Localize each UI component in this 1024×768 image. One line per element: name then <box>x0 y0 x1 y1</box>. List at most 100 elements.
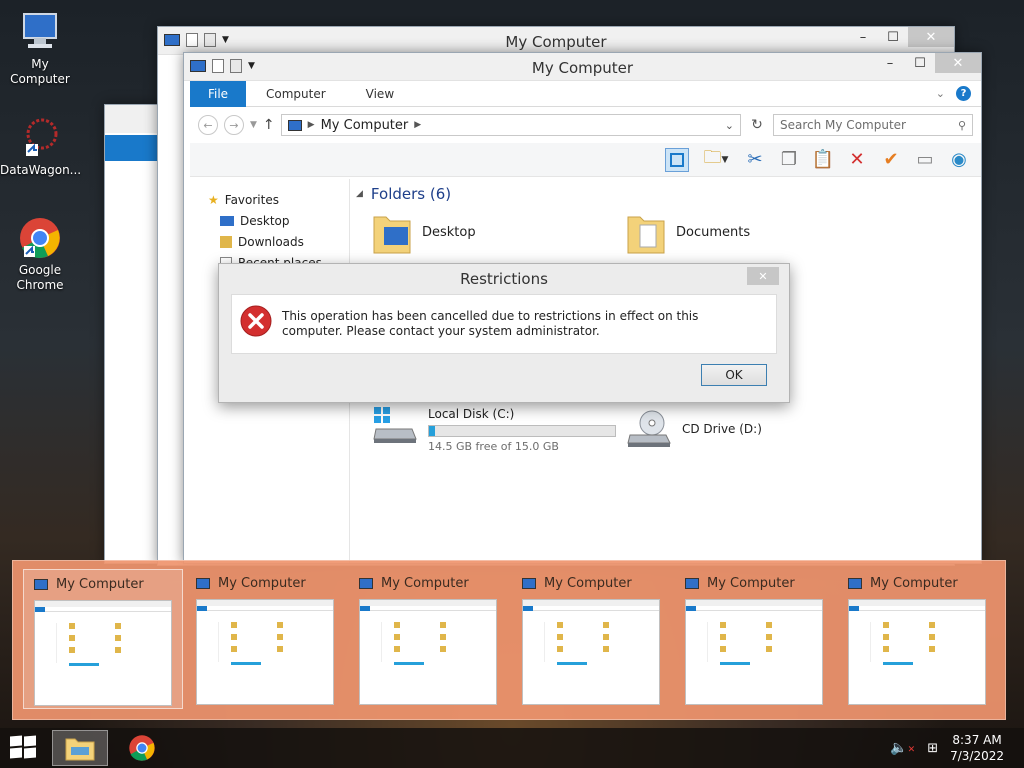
desktop-icon <box>220 215 234 226</box>
switcher-item[interactable]: My Computer <box>23 569 183 709</box>
chevron-down-icon[interactable]: ⌄ <box>936 87 945 100</box>
cut-icon[interactable]: ✂ <box>743 148 767 172</box>
section-title: Folders (6) <box>370 185 452 203</box>
drive-usage-bar <box>428 425 616 437</box>
title-bar: ▼ My Computer – ☐ ✕ <box>158 27 954 55</box>
switcher-item-preview <box>848 599 986 705</box>
toolbar: 🗀 ▼ ✂ ❐ 📋 ✕ ✔ ▭ ◉ <box>190 143 981 177</box>
recent-locations-icon[interactable]: ▼ <box>250 120 257 130</box>
folder-icon <box>373 216 411 254</box>
nav-desktop[interactable]: Desktop <box>190 210 349 231</box>
tab-view[interactable]: View <box>346 87 414 101</box>
close-button[interactable]: ✕ <box>908 27 954 47</box>
tab-computer[interactable]: Computer <box>246 87 346 101</box>
title-bar <box>105 105 163 133</box>
volume-muted-icon[interactable]: 🔈✕ <box>890 740 915 756</box>
file-explorer-icon <box>65 738 95 761</box>
computer-small-icon <box>685 577 699 589</box>
switcher-item-preview <box>34 600 172 706</box>
desktop-icon-datawagon[interactable]: DataWagon... <box>0 116 81 178</box>
drive-item-d[interactable]: CD Drive (D:) <box>626 409 762 449</box>
nav-downloads[interactable]: Downloads <box>190 231 349 252</box>
preview-pane-icon[interactable] <box>665 147 689 172</box>
switcher-item[interactable]: My Computer <box>838 569 998 709</box>
minimize-button[interactable]: – <box>875 53 905 73</box>
refresh-button[interactable]: ↻ <box>747 115 767 135</box>
windows-logo-icon <box>10 735 22 747</box>
computer-small-icon <box>287 119 302 131</box>
taskbar-file-explorer[interactable] <box>52 730 108 766</box>
switcher-item-title: My Computer <box>544 575 632 591</box>
computer-small-icon <box>34 578 48 590</box>
folders-header[interactable]: ◢ Folders (6) <box>356 185 451 203</box>
network-icon[interactable]: ⊞ <box>927 741 938 756</box>
maximize-button[interactable]: ☐ <box>878 27 908 47</box>
clock-date: 7/3/2022 <box>950 749 1004 763</box>
switcher-item-title: My Computer <box>56 576 144 592</box>
switcher-item-title: My Computer <box>707 575 795 591</box>
collapse-arrow-icon: ◢ <box>356 189 363 199</box>
forward-button[interactable]: → <box>224 115 244 135</box>
drive-item-c[interactable]: Local Disk (C:) 14.5 GB free of 15.0 GB <box>372 405 616 453</box>
start-button[interactable] <box>10 735 38 760</box>
search-input[interactable]: Search My Computer ⚲ <box>773 114 973 136</box>
hard-drive-icon <box>373 407 417 443</box>
switcher-item-header: My Computer <box>24 570 182 598</box>
taskbar-chrome[interactable] <box>124 732 160 764</box>
folder-item-desktop[interactable]: Desktop <box>372 209 476 255</box>
folder-label: Documents <box>676 224 751 240</box>
folder-label: Desktop <box>422 224 476 240</box>
switcher-item-title: My Computer <box>218 575 306 591</box>
desktop-icon-chrome[interactable]: Google Chrome <box>0 216 80 293</box>
maximize-button[interactable]: ☐ <box>905 53 935 73</box>
system-tray: 🔈✕ ⊞ 8:37 AM 7/3/2022 <box>890 728 1004 768</box>
paste-icon[interactable]: 📋 <box>811 148 835 172</box>
address-bar[interactable]: ▶ My Computer ▶ ⌄ <box>280 114 741 136</box>
address-row: ← → ▼ ↑ ▶ My Computer ▶ ⌄ ↻ Search My Co… <box>190 107 981 143</box>
drive-usage-fill <box>429 426 435 436</box>
computer-small-icon <box>359 577 373 589</box>
copy-icon[interactable]: ❐ <box>777 148 801 172</box>
up-arrow-icon[interactable]: ↑ <box>263 117 275 133</box>
explorer-window-background[interactable] <box>104 104 165 564</box>
dialog-message: This operation has been cancelled due to… <box>282 309 699 338</box>
search-icon: ⚲ <box>957 118 966 132</box>
switcher-item-title: My Computer <box>381 575 469 591</box>
error-icon <box>240 305 272 337</box>
restrictions-dialog[interactable]: Restrictions ✕ This operation has been c… <box>218 263 790 403</box>
drive-label: CD Drive (D:) <box>682 422 762 436</box>
nav-label: Desktop <box>240 213 290 228</box>
tab-file[interactable]: File <box>190 80 246 107</box>
cd-drive-icon <box>627 410 671 447</box>
checkmark-icon[interactable]: ✔ <box>879 148 903 172</box>
clock[interactable]: 8:37 AM 7/3/2022 <box>950 732 1004 764</box>
switcher-item[interactable]: My Computer <box>186 569 346 709</box>
switcher-item-header: My Computer <box>186 569 346 597</box>
nav-favorites[interactable]: ★ Favorites <box>190 189 349 210</box>
breadcrumb-separator-icon: ▶ <box>307 120 315 130</box>
folder-icon <box>627 216 665 254</box>
back-button[interactable]: ← <box>198 115 218 135</box>
minimize-button[interactable]: – <box>848 27 878 47</box>
switcher-item[interactable]: My Computer <box>512 569 672 709</box>
chevron-down-icon[interactable]: ⌄ <box>725 119 734 132</box>
search-placeholder: Search My Computer <box>780 118 906 132</box>
star-icon: ★ <box>208 192 219 207</box>
properties-icon[interactable]: 🗀 ▼ <box>699 147 733 172</box>
dialog-close-button[interactable]: ✕ <box>747 267 779 285</box>
chrome-icon <box>20 218 60 258</box>
ok-button[interactable]: OK <box>701 364 767 386</box>
switcher-item-header: My Computer <box>349 569 509 597</box>
desktop-icon-my-computer[interactable]: My Computer <box>0 10 80 87</box>
folder-item-documents[interactable]: Documents <box>626 209 750 255</box>
switcher-item[interactable]: My Computer <box>349 569 509 709</box>
globe-icon[interactable]: ◉ <box>947 148 971 172</box>
downloads-icon <box>220 235 232 248</box>
breadcrumb-separator-icon: ▶ <box>414 120 422 130</box>
rename-icon[interactable]: ▭ <box>913 148 937 172</box>
close-button[interactable]: ✕ <box>935 53 981 73</box>
window-switcher: My Computer My Computer My Computer My Comp… <box>12 560 1006 720</box>
help-icon[interactable]: ? <box>956 86 971 101</box>
switcher-item[interactable]: My Computer <box>675 569 835 709</box>
delete-icon[interactable]: ✕ <box>845 148 869 172</box>
